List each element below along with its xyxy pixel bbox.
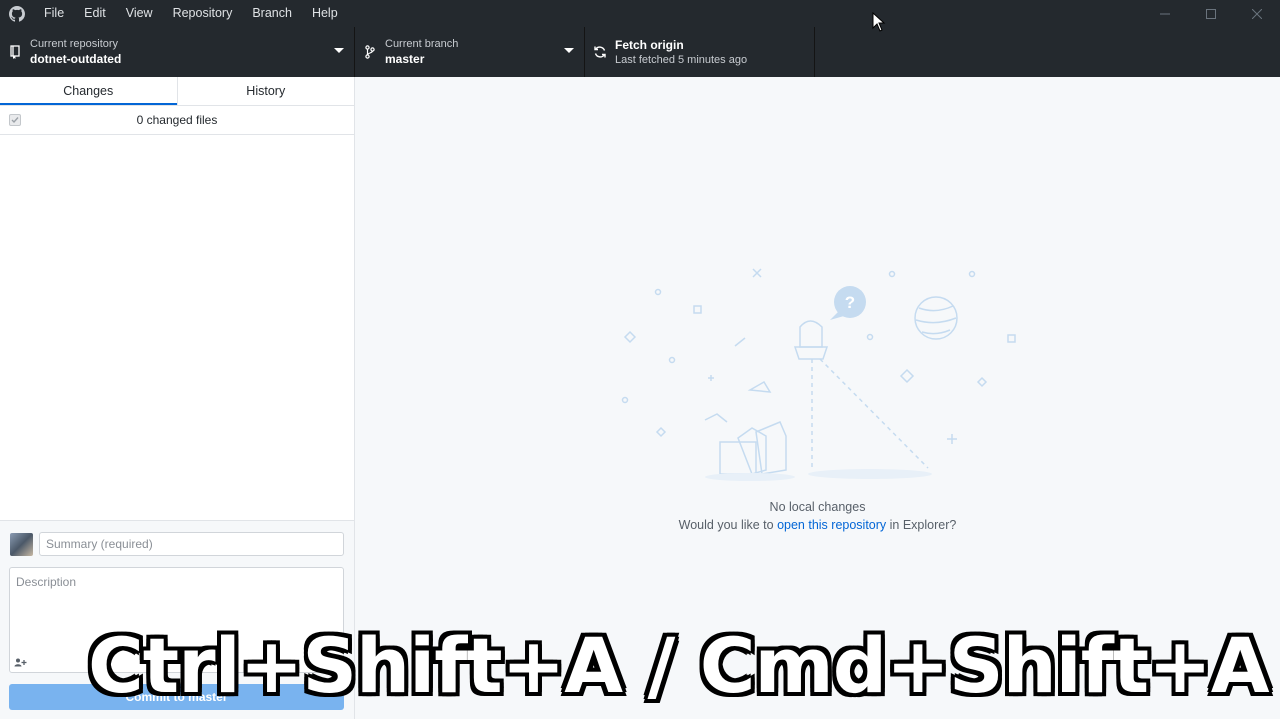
window-controls <box>1142 0 1280 27</box>
github-logo-icon <box>0 0 34 27</box>
check-icon <box>11 117 19 124</box>
chevron-down-icon <box>564 48 574 53</box>
keyboard-shortcut-caption: Ctrl+Shift+A / Cmd+Shift+A <box>88 621 1270 710</box>
current-repository-button[interactable]: Current repository dotnet-outdated <box>0 27 355 77</box>
svg-text:?: ? <box>845 293 855 312</box>
chevron-down-icon <box>334 48 344 53</box>
maximize-icon <box>1206 8 1216 19</box>
changed-files-header: 0 changed files <box>0 106 354 135</box>
current-branch-button[interactable]: Current branch master <box>355 27 585 77</box>
current-repository-label: Current repository <box>30 38 119 50</box>
fetch-origin-label: Fetch origin <box>615 38 684 52</box>
menu-repository[interactable]: Repository <box>163 0 243 27</box>
open-repository-link[interactable]: open this repository <box>777 518 886 532</box>
close-icon <box>1252 8 1262 19</box>
minimize-button[interactable] <box>1142 0 1188 27</box>
current-branch-label: Current branch <box>385 38 459 50</box>
git-branch-icon <box>355 45 385 59</box>
tab-changes[interactable]: Changes <box>0 77 177 105</box>
menu-file[interactable]: File <box>34 0 74 27</box>
changed-files-count: 0 changed files <box>136 113 218 127</box>
sidebar-tabs: Changes History <box>0 77 354 106</box>
menu-edit[interactable]: Edit <box>74 0 116 27</box>
close-button[interactable] <box>1234 0 1280 27</box>
menu-view[interactable]: View <box>116 0 163 27</box>
sync-icon <box>585 45 615 59</box>
open-repository-prompt: Would you like to open this repository i… <box>355 516 1280 534</box>
toolbar: Current repository dotnet-outdated Curre… <box>0 27 1280 77</box>
no-changes-illustration: ? <box>621 268 1016 481</box>
title-bar: File Edit View Repository Branch Help <box>0 0 1280 27</box>
prompt-text: Would you like to <box>678 518 778 532</box>
summary-input[interactable] <box>39 532 344 556</box>
current-branch-name: master <box>385 52 425 66</box>
menu-help[interactable]: Help <box>302 0 348 27</box>
mouse-cursor-icon <box>872 12 886 32</box>
select-all-checkbox[interactable] <box>9 114 21 126</box>
current-repository-name: dotnet-outdated <box>30 52 122 66</box>
add-coauthor-icon[interactable] <box>14 656 27 670</box>
last-fetched-text: Last fetched 5 minutes ago <box>615 54 748 66</box>
fetch-origin-button[interactable]: Fetch origin Last fetched 5 minutes ago <box>585 27 815 77</box>
maximize-button[interactable] <box>1188 0 1234 27</box>
prompt-text-end: in Explorer? <box>886 518 957 532</box>
minimize-icon <box>1160 13 1170 14</box>
menu-branch[interactable]: Branch <box>242 0 302 27</box>
menu-bar: File Edit View Repository Branch Help <box>34 0 348 27</box>
no-local-changes-message: No local changes Would you like to open … <box>355 498 1280 534</box>
no-local-changes-title: No local changes <box>769 500 866 514</box>
repo-icon <box>0 45 30 59</box>
avatar <box>10 533 33 556</box>
tab-history[interactable]: History <box>176 77 355 105</box>
